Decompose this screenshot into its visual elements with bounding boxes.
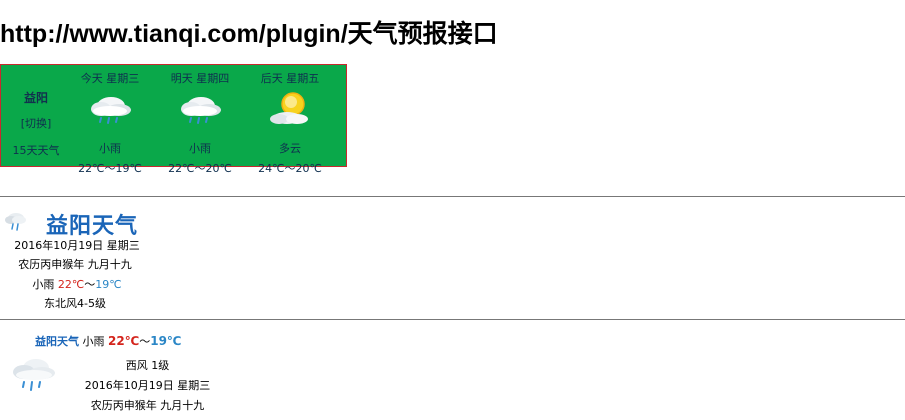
divider <box>0 196 905 197</box>
wind-text: 西风 1级 <box>125 359 170 372</box>
temp-separator: ～ <box>139 335 151 348</box>
day-condition: 小雨 <box>189 142 211 155</box>
day-condition: 小雨 <box>99 142 121 155</box>
page-title: http://www.tianqi.com/plugin/天气预报接口 <box>0 20 498 48</box>
day-temperature: 22℃～19℃ <box>78 162 142 175</box>
wind-text: 东北风4-5级 <box>44 297 106 310</box>
forecast-day-after-tomorrow[interactable]: 后天 星期五 多云 24℃～20℃ <box>245 70 335 176</box>
fifteen-day-link[interactable]: 15天天气 <box>1 142 71 158</box>
rain-cloud-icon <box>181 97 221 124</box>
city-weather-title[interactable]: 益阳天气 <box>46 208 138 240</box>
city-weather-link[interactable]: 益阳天气 <box>35 335 79 348</box>
rain-cloud-icon <box>13 359 55 391</box>
forecast-widget: 益阳 [切换] 15天天气 今天 星期三 小雨 22℃～19℃ 明天 星期四 小… <box>0 64 347 175</box>
lunar-date: 农历丙申猴年 九月十九 <box>90 399 205 412</box>
temp-separator: ～ <box>84 278 96 291</box>
weather-summary: 益阳天气 小雨 22℃～19℃ <box>35 333 181 349</box>
divider <box>0 319 905 320</box>
lunar-date: 农历丙申猴年 九月十九 <box>18 258 132 271</box>
today-summary: 小雨 22℃～19℃ <box>2 276 152 292</box>
day-temperature: 22℃～20℃ <box>168 162 232 175</box>
switch-city-link[interactable]: [切换] <box>1 115 71 131</box>
day-label: 明天 星期四 <box>170 72 230 85</box>
forecast-day-tomorrow[interactable]: 明天 星期四 小雨 22℃～20℃ <box>155 70 245 176</box>
current-date: 2016年10月19日 星期三 <box>14 239 140 252</box>
day-label: 后天 星期五 <box>260 72 320 85</box>
condition-text: 小雨 <box>32 278 55 291</box>
day-temperature: 24℃～20℃ <box>258 162 322 175</box>
temp-low: 19℃ <box>95 278 122 291</box>
rain-cloud-icon <box>91 97 131 124</box>
current-date: 2016年10月19日 星期三 <box>84 379 211 392</box>
temp-low: 19℃ <box>150 334 182 348</box>
day-label: 今天 星期三 <box>80 72 140 85</box>
temp-high: 22℃ <box>57 278 85 291</box>
condition-text: 小雨 <box>82 335 105 348</box>
city-name[interactable]: 益阳 <box>1 89 71 106</box>
forecast-day-today[interactable]: 今天 星期三 小雨 22℃～19℃ <box>65 70 155 176</box>
temp-high: 22℃ <box>108 334 140 348</box>
partly-cloudy-icon <box>270 92 308 124</box>
rain-cloud-icon <box>5 213 26 231</box>
day-condition: 多云 <box>279 142 301 155</box>
